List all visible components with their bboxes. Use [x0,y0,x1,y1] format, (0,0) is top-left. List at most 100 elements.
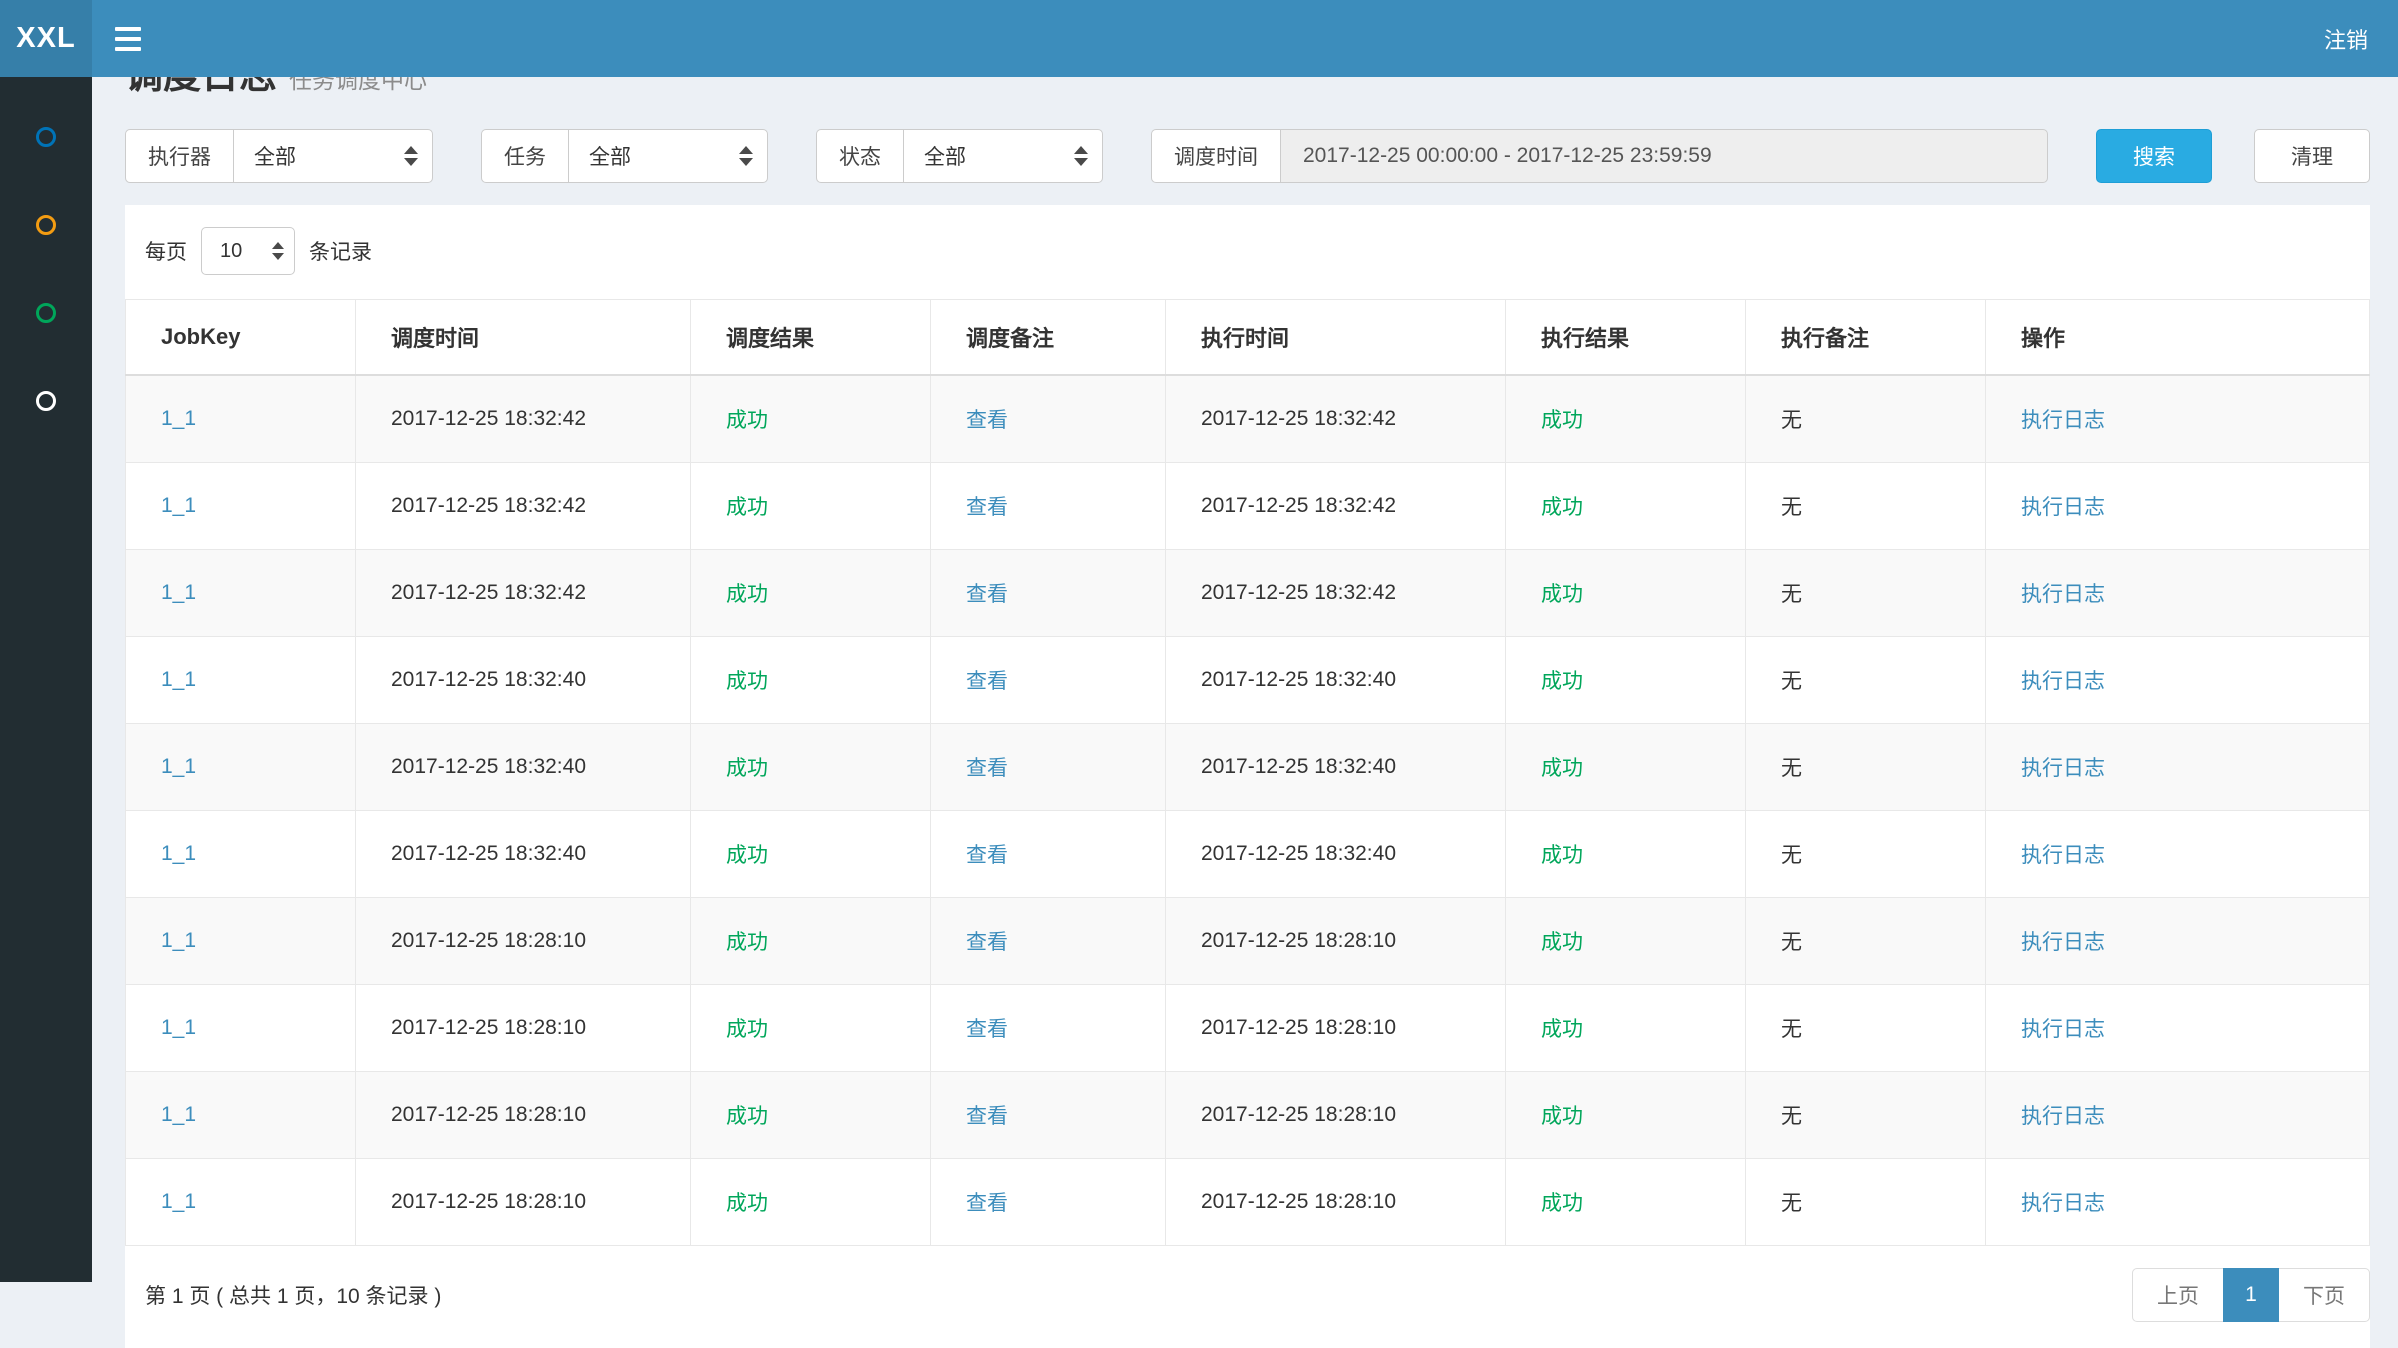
execute-log-link[interactable]: 执行日志 [2021,931,2105,954]
trigger-time-cell: 2017-12-25 18:28:10 [356,1159,691,1246]
handle-remark-cell: 无 [1746,463,1986,550]
job-filter-label: 任务 [481,129,568,183]
job-select[interactable]: 全部 [568,129,768,183]
select-arrows-icon [739,146,753,166]
handle-remark-cell: 无 [1746,985,1986,1072]
trigger-time-cell: 2017-12-25 18:28:10 [356,1072,691,1159]
table-row: 1_12017-12-25 18:28:10成功查看2017-12-25 18:… [126,1072,2370,1159]
trigger-remark-link[interactable]: 查看 [966,844,1008,867]
jobkey-link[interactable]: 1_1 [161,668,196,691]
trigger-remark-link[interactable]: 查看 [966,757,1008,780]
log-table-body: 1_12017-12-25 18:32:42成功查看2017-12-25 18:… [126,375,2370,1246]
jobkey-link[interactable]: 1_1 [161,1016,196,1039]
sidebar-menu [0,77,92,445]
page-size-suffix: 条记录 [309,236,372,266]
time-range-input[interactable] [1280,129,2048,183]
next-page-button[interactable]: 下页 [2279,1268,2370,1322]
handle-result-cell: 成功 [1506,898,1746,985]
trigger-result-cell: 成功 [691,463,931,550]
trigger-remark-link[interactable]: 查看 [966,583,1008,606]
trigger-time-cell: 2017-12-25 18:32:42 [356,463,691,550]
execute-log-link[interactable]: 执行日志 [2021,844,2105,867]
execute-log-link[interactable]: 执行日志 [2021,757,2105,780]
trigger-result-cell: 成功 [691,724,931,811]
executor-select-value: 全部 [254,141,296,171]
select-arrows-icon [1074,146,1088,166]
handle-remark-cell: 无 [1746,1072,1986,1159]
jobkey-link[interactable]: 1_1 [161,407,196,430]
handle-result-cell: 成功 [1506,724,1746,811]
jobkey-link[interactable]: 1_1 [161,1103,196,1126]
execute-log-link[interactable]: 执行日志 [2021,1018,2105,1041]
circle-icon [36,303,56,323]
page-size-select[interactable]: 10 [201,227,295,275]
trigger-result-cell: 成功 [691,1159,931,1246]
trigger-remark-link[interactable]: 查看 [966,409,1008,432]
trigger-result-cell: 成功 [691,898,931,985]
sidebar-item-4[interactable] [0,357,92,445]
main-content: 调度日志任务调度中心 执行器 全部 任务 全部 状态 全部 [92,0,2398,1348]
sidebar-item-3[interactable] [0,269,92,357]
handle-time-cell: 2017-12-25 18:32:40 [1166,637,1506,724]
app-logo[interactable]: XXL [0,0,92,77]
execute-log-link[interactable]: 执行日志 [2021,496,2105,519]
jobkey-link[interactable]: 1_1 [161,929,196,952]
log-table: JobKey 调度时间 调度结果 调度备注 执行时间 执行结果 执行备注 操作 … [125,299,2370,1246]
column-header-handle-result: 执行结果 [1506,300,1746,376]
sidebar-item-1[interactable] [0,93,92,181]
table-row: 1_12017-12-25 18:28:10成功查看2017-12-25 18:… [126,985,2370,1072]
handle-time-cell: 2017-12-25 18:32:42 [1166,550,1506,637]
execute-log-link[interactable]: 执行日志 [2021,583,2105,606]
status-filter-group: 状态 全部 [816,129,1103,183]
pagination-row: 第 1 页 ( 总共 1 页，10 条记录 ) 上页 1 下页 [125,1268,2370,1322]
execute-log-link[interactable]: 执行日志 [2021,1192,2105,1215]
handle-remark-cell: 无 [1746,724,1986,811]
sidebar-toggle-button[interactable] [92,0,164,77]
column-header-action: 操作 [1986,300,2370,376]
execute-log-link[interactable]: 执行日志 [2021,1105,2105,1128]
trigger-remark-link[interactable]: 查看 [966,1018,1008,1041]
handle-remark-cell: 无 [1746,637,1986,724]
job-filter-group: 任务 全部 [481,129,768,183]
jobkey-link[interactable]: 1_1 [161,842,196,865]
jobkey-link[interactable]: 1_1 [161,581,196,604]
executor-filter-label: 执行器 [125,129,233,183]
handle-time-cell: 2017-12-25 18:28:10 [1166,1159,1506,1246]
handle-result-cell: 成功 [1506,375,1746,463]
pagination-summary: 第 1 页 ( 总共 1 页，10 条记录 ) [145,1280,441,1310]
status-select[interactable]: 全部 [903,129,1103,183]
status-select-value: 全部 [924,141,966,171]
handle-time-cell: 2017-12-25 18:28:10 [1166,898,1506,985]
filter-bar: 执行器 全部 任务 全部 状态 全部 调度时间 [125,129,2370,183]
sidebar-item-2[interactable] [0,181,92,269]
trigger-remark-link[interactable]: 查看 [966,1192,1008,1215]
handle-remark-cell: 无 [1746,811,1986,898]
handle-result-cell: 成功 [1506,463,1746,550]
executor-select[interactable]: 全部 [233,129,433,183]
jobkey-link[interactable]: 1_1 [161,1190,196,1213]
trigger-remark-link[interactable]: 查看 [966,670,1008,693]
handle-result-cell: 成功 [1506,637,1746,724]
column-header-trigger-remark: 调度备注 [931,300,1166,376]
current-page-button[interactable]: 1 [2223,1268,2279,1322]
handle-result-cell: 成功 [1506,985,1746,1072]
jobkey-link[interactable]: 1_1 [161,494,196,517]
execute-log-link[interactable]: 执行日志 [2021,409,2105,432]
trigger-remark-link[interactable]: 查看 [966,1105,1008,1128]
handle-time-cell: 2017-12-25 18:32:40 [1166,724,1506,811]
trigger-result-cell: 成功 [691,550,931,637]
handle-result-cell: 成功 [1506,811,1746,898]
trigger-result-cell: 成功 [691,637,931,724]
logout-button[interactable]: 注销 [2294,0,2398,77]
search-button[interactable]: 搜索 [2096,129,2212,183]
table-row: 1_12017-12-25 18:28:10成功查看2017-12-25 18:… [126,1159,2370,1246]
page-size-prefix: 每页 [145,236,187,266]
column-header-handle-time: 执行时间 [1166,300,1506,376]
trigger-remark-link[interactable]: 查看 [966,931,1008,954]
trigger-remark-link[interactable]: 查看 [966,496,1008,519]
prev-page-button[interactable]: 上页 [2132,1268,2223,1322]
execute-log-link[interactable]: 执行日志 [2021,670,2105,693]
clear-button[interactable]: 清理 [2254,129,2370,183]
column-header-handle-remark: 执行备注 [1746,300,1986,376]
jobkey-link[interactable]: 1_1 [161,755,196,778]
